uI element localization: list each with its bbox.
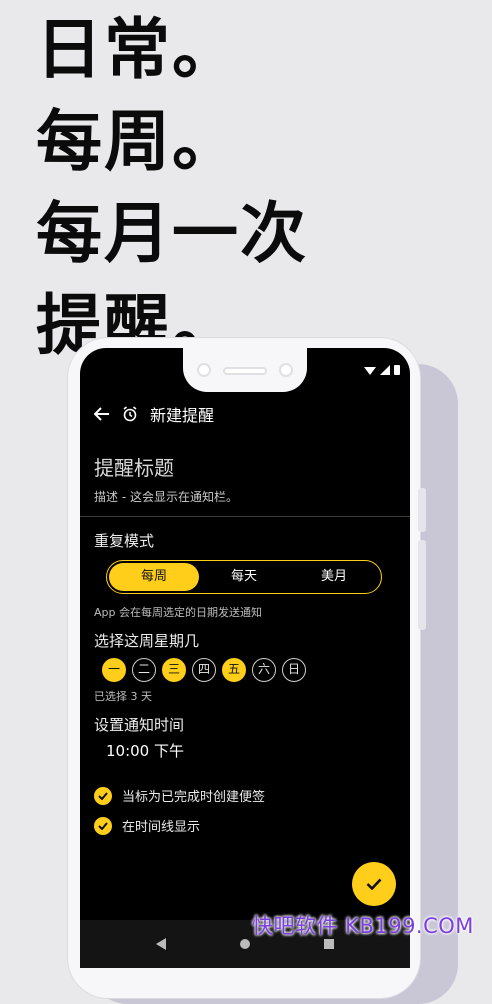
show-timeline-label: 在时间线显示	[122, 820, 201, 835]
weekday-sun[interactable]: 日	[282, 658, 306, 682]
weekday-label: 选择这周星期几	[94, 632, 200, 650]
weekday-mon[interactable]: 一	[102, 658, 126, 682]
divider	[80, 516, 410, 517]
speaker	[223, 367, 267, 375]
weekday-wed[interactable]: 三	[162, 658, 186, 682]
notch	[183, 348, 307, 392]
arrow-left-icon[interactable]	[94, 407, 110, 421]
save-button[interactable]	[352, 862, 396, 906]
check-icon[interactable]	[94, 816, 112, 835]
weekday-sat[interactable]: 六	[252, 658, 276, 682]
front-camera	[197, 363, 211, 377]
reminder-description-input[interactable]: 描述 - 这会显示在通知栏。	[94, 488, 238, 505]
power-button	[418, 488, 426, 532]
headline-line-1: 日常。	[36, 11, 240, 88]
volume-button	[418, 540, 426, 630]
headline-line-3: 每月一次	[36, 195, 308, 272]
app-bar: 新建提醒	[94, 402, 214, 426]
weekday-thu[interactable]: 四	[192, 658, 216, 682]
time-value[interactable]: 10:00 下午	[106, 740, 184, 761]
repeat-mode-label: 重复模式	[94, 532, 155, 550]
repeat-mode-selector: 每周 每天 美月	[106, 560, 382, 594]
selected-days-count: 已选择 3 天	[94, 690, 152, 703]
repeat-hint: App 会在每周选定的日期发送通知	[94, 606, 262, 619]
headline: 日常。 每周。 每月一次 提醒。	[36, 4, 308, 372]
time-label: 设置通知时间	[94, 716, 185, 734]
watermark: 快吧软件 KB199.COM	[252, 914, 474, 938]
check-icon	[366, 878, 382, 890]
check-icon[interactable]	[94, 786, 112, 805]
screen-title: 新建提醒	[150, 406, 215, 425]
weekday-picker: 一 二 三 四 五 六 日	[102, 658, 306, 682]
create-note-label: 当标为已完成时创建便签	[122, 790, 266, 805]
sensor	[279, 363, 293, 377]
signal-icon	[380, 364, 390, 375]
phone-screen: 新建提醒 提醒标题 描述 - 这会显示在通知栏。 重复模式 每周 每天 美月 A…	[80, 348, 410, 968]
alarm-clock-icon	[123, 406, 137, 422]
wifi-icon	[364, 366, 376, 375]
weekday-tue[interactable]: 二	[132, 658, 156, 682]
create-note-option[interactable]: 当标为已完成时创建便签	[94, 786, 265, 805]
weekday-fri[interactable]: 五	[222, 658, 246, 682]
reminder-title-input[interactable]: 提醒标题	[94, 452, 174, 481]
back-nav-icon[interactable]	[156, 938, 167, 950]
recents-nav-icon[interactable]	[323, 939, 334, 949]
repeat-option-weekly[interactable]: 每周	[109, 563, 199, 591]
home-nav-icon[interactable]	[239, 938, 251, 950]
status-bar	[364, 364, 400, 375]
battery-icon	[394, 365, 400, 375]
repeat-option-monthly[interactable]: 美月	[289, 563, 379, 591]
show-timeline-option[interactable]: 在时间线显示	[94, 816, 200, 835]
headline-line-2: 每周。	[36, 103, 240, 180]
repeat-option-daily[interactable]: 每天	[199, 563, 289, 591]
